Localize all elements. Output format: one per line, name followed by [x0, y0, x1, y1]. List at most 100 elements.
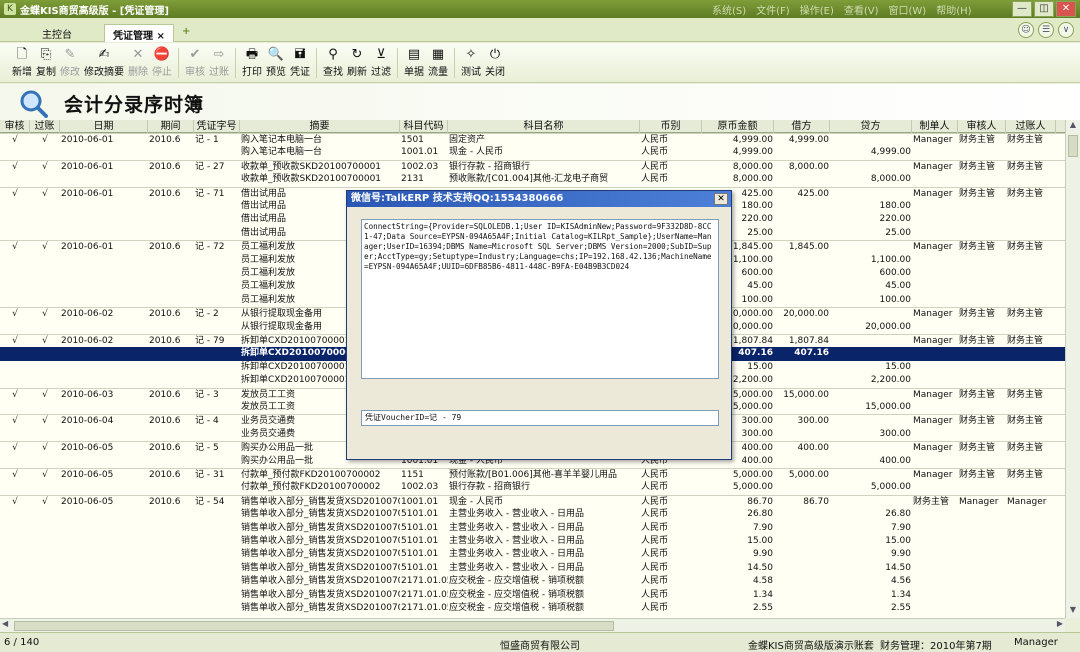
table-row[interactable]: √ √ 2010-06-05 2010.6 记 - 31 付款单_预付款FKD201007… [0, 468, 1065, 481]
column-header-poster[interactable]: 过账人 [1006, 120, 1056, 133]
tab-voucher-management[interactable]: 凭证管理 × [104, 24, 174, 42]
cell-voucher: 记 - 5 [195, 443, 219, 454]
cell-maker: Manager [913, 161, 953, 172]
cell-code: 1002.03 [401, 482, 439, 493]
vertical-scroll-thumb[interactable] [1068, 135, 1078, 157]
column-header-auditor[interactable]: 审核人 [958, 120, 1006, 133]
cell-credit: 2.55 [890, 603, 911, 613]
toolbar-button-5[interactable]: ⛔ 停止 [150, 43, 174, 78]
table-row[interactable]: 销售单收入部分_销售发货XSD201007000015101.01 主营业务收入 … [0, 522, 1065, 535]
cell-poster: 财务主管 [1007, 336, 1044, 346]
toolbar-button-10[interactable]: 🖬 凭证 [288, 43, 312, 78]
table-row[interactable]: 销售单收入部分_销售发货XSD201007000015101.01 主营业务收入 … [0, 508, 1065, 521]
column-header-post[interactable]: 过账 [30, 120, 60, 133]
toolbar-button-13[interactable]: ⊻ 过滤 [369, 43, 393, 78]
table-row[interactable]: 付款单_预付款FKD20100700002 1002.03 银行存款 - 招商银行 人… [0, 481, 1065, 494]
minimize-button[interactable]: — [1012, 1, 1032, 17]
horizontal-scroll-thumb[interactable] [14, 621, 614, 631]
table-row[interactable]: 销售单收入部分_销售发货XSD201007000012171.01.05应交税金… [0, 602, 1065, 615]
smiley-icon[interactable]: ☺ [1018, 22, 1034, 38]
toolbar-separator [178, 48, 179, 78]
menu-window[interactable]: 窗口(W) [889, 2, 927, 17]
cell-auditor: Manager [959, 496, 999, 507]
toolbar-button-4[interactable]: ✕ 删除 [126, 43, 150, 78]
tab-main-console[interactable]: 主控台 [34, 24, 80, 42]
cell-post: √ [42, 470, 48, 480]
table-row[interactable]: 购入笔记本电脑一台 1001.01 现金 - 人民币 人民币 4,999.00 4,999… [0, 146, 1065, 159]
menu-help[interactable]: 帮助(H) [936, 2, 971, 17]
toolbar-button-1[interactable]: ⎘ 复制 [34, 43, 58, 78]
cell-cur: 人民币 [641, 589, 669, 600]
column-header-name[interactable]: 科目名称 [448, 120, 640, 133]
toolbar-button-3[interactable]: ✍ 修改摘要 [82, 43, 126, 78]
voucher-id-field[interactable]: 凭证VoucherID=记 - 79 [361, 410, 719, 426]
column-header-date[interactable]: 日期 [60, 120, 148, 133]
column-header-amount[interactable]: 原币金额 [702, 120, 774, 133]
column-header-voucher[interactable]: 凭证字号 [194, 120, 240, 133]
scroll-left-icon[interactable]: ◀ [2, 619, 8, 628]
toolbar-button-7[interactable]: ⇨ 过账 [207, 43, 231, 78]
toolbar-button-9[interactable]: 🔍 预览 [264, 43, 288, 78]
close-window-button[interactable]: ✕ [1056, 1, 1076, 17]
table-row[interactable]: √ √ 2010-06-05 2010.6 记 - 54 销售单收入部分_销售发货XSD2… [0, 494, 1065, 508]
table-row[interactable]: 销售单收入部分_销售发货XSD201007000015101.01 主营业务收入 … [0, 535, 1065, 548]
cell-period: 2010.6 [149, 496, 181, 507]
cell-post: √ [42, 416, 48, 427]
column-header-debit[interactable]: 借方 [774, 120, 830, 133]
table-row[interactable]: 销售单收入部分_销售发货XSD201007000012171.01.05应交税金… [0, 589, 1065, 602]
table-row[interactable]: 销售单收入部分_销售发货XSD201007000015101.01 主营业务收入 … [0, 562, 1065, 575]
column-header-period[interactable]: 期间 [148, 120, 194, 133]
column-header-maker[interactable]: 制单人 [912, 120, 958, 133]
cell-amount: 4,999.00 [732, 135, 773, 145]
cell-date: 2010-06-01 [61, 242, 114, 253]
toolbar-icon-0: 🗋 [16, 47, 28, 62]
toolbar-icon-16: ✧ [465, 47, 477, 62]
connection-string-textbox[interactable]: ConnectString={Provider=SQLOLEDB.1;User … [361, 219, 719, 379]
list-icon[interactable]: ☰ [1038, 22, 1054, 38]
chevron-down-icon[interactable]: ∨ [1058, 22, 1074, 38]
restore-button[interactable]: ◫ [1034, 1, 1054, 17]
toolbar-button-14[interactable]: ▤ 单据 [402, 43, 426, 78]
column-header-credit[interactable]: 贷方 [830, 120, 912, 133]
cell-credit: 180.00 [879, 201, 912, 211]
table-row[interactable]: √ √ 2010-06-01 2010.6 记 - 27 收款单_预收款SKD201007… [0, 159, 1065, 173]
vertical-scrollbar[interactable]: ▲ ▼ [1065, 120, 1080, 618]
menu-view[interactable]: 查看(V) [844, 2, 879, 17]
cell-debit: 407.16 [794, 348, 829, 359]
column-header-code[interactable]: 科目代码 [400, 120, 448, 133]
column-header-summary[interactable]: 摘要 [240, 120, 400, 133]
table-row[interactable]: 收款单_预收款SKD20100700001 2131 预收账款/[C01.004]其… [0, 173, 1065, 186]
cell-amount: 9.90 [752, 549, 773, 560]
column-header-audit[interactable]: 审核 [0, 120, 30, 133]
toolbar-button-6[interactable]: ✔ 审核 [183, 43, 207, 78]
cell-code: 2171.01.05 [401, 603, 448, 613]
scroll-right-icon[interactable]: ▶ [1057, 619, 1063, 628]
toolbar-button-12[interactable]: ↻ 刷新 [345, 43, 369, 78]
horizontal-scrollbar[interactable]: ◀ ▶ [0, 618, 1065, 632]
toolbar-button-0[interactable]: 🗋 新增 [10, 43, 34, 78]
scroll-up-icon[interactable]: ▲ [1066, 120, 1080, 133]
toolbar-button-2[interactable]: ✎ 修改 [58, 43, 82, 78]
status-edition: 金蝶KIS商贸高级版演示账套 [748, 641, 874, 652]
toolbar-button-16[interactable]: ✧ 测试 [459, 43, 483, 78]
status-user: Manager [1014, 637, 1058, 648]
scroll-down-icon[interactable]: ▼ [1066, 605, 1080, 618]
menu-system[interactable]: 系统(S) [712, 2, 746, 17]
menu-operate[interactable]: 操作(E) [800, 2, 834, 17]
table-row[interactable]: √ √ 2010-06-01 2010.6 记 - 1 购入笔记本电脑一台 1501 固定资产… [0, 133, 1065, 146]
dialog-close-button[interactable]: ✕ [714, 193, 728, 205]
column-header-cur[interactable]: 币别 [640, 120, 702, 133]
toolbar-button-17[interactable]: ⏻ 关闭 [483, 43, 507, 78]
toolbar-button-8[interactable]: 🖶 打印 [240, 43, 264, 78]
cell-debit: 400.00 [797, 443, 830, 454]
table-row[interactable]: 销售单收入部分_销售发货XSD201007000015101.01 主营业务收入 … [0, 548, 1065, 561]
cell-credit: 8,000.00 [870, 174, 911, 185]
new-tab-button[interactable]: + [174, 24, 198, 42]
table-row[interactable]: 销售单收入部分_销售发货XSD201007000012171.01.05应交税金… [0, 575, 1065, 588]
cell-name: 主营业务收入 - 营业收入 - 日用品 [449, 509, 584, 520]
cell-period: 2010.6 [149, 135, 181, 145]
cell-post: √ [42, 135, 48, 145]
toolbar-button-15[interactable]: ▦ 流量 [426, 43, 450, 78]
toolbar-button-11[interactable]: ⚲ 查找 [321, 43, 345, 78]
menu-file[interactable]: 文件(F) [756, 2, 790, 17]
